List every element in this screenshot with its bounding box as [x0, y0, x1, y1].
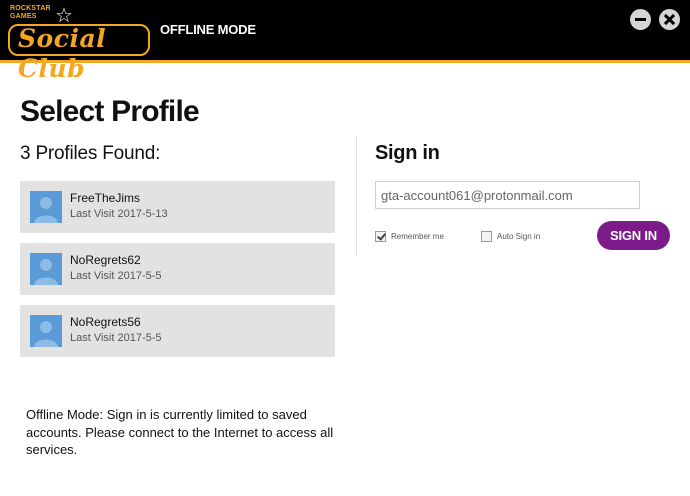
profile-last-visit: Last Visit 2017-5-5 — [70, 270, 162, 282]
profile-last-visit: Last Visit 2017-5-5 — [70, 332, 162, 344]
vertical-divider — [356, 137, 357, 255]
default-avatar-icon — [30, 191, 62, 223]
social-club-wordmark: Social Club — [18, 24, 107, 83]
title-bar: ROCKSTAR GAMES ☆ Social Club OFFLINE MOD… — [0, 0, 690, 83]
remember-me-checkbox[interactable] — [375, 230, 386, 242]
profile-name: NoRegrets62 — [70, 253, 141, 267]
sign-in-button[interactable]: SIGN IN — [597, 221, 670, 250]
default-avatar-icon — [30, 315, 62, 347]
profile-last-visit: Last Visit 2017-5-13 — [70, 208, 168, 220]
close-button[interactable] — [659, 9, 680, 30]
star-icon: ☆ — [55, 5, 73, 27]
profile-name: NoRegrets56 — [70, 315, 141, 329]
header-accent-line — [0, 60, 690, 63]
minimize-button[interactable] — [630, 9, 651, 30]
profile-card-freethejims[interactable]: FreeTheJims Last Visit 2017-5-13 — [20, 181, 335, 233]
remember-me-option[interactable]: Remember me — [375, 230, 444, 242]
rockstar-games-wordmark: ROCKSTAR GAMES — [10, 5, 51, 20]
avatar — [30, 191, 62, 223]
auto-sign-in-checkbox[interactable] — [481, 230, 492, 242]
signin-title: Sign in — [375, 142, 440, 164]
profile-name: FreeTheJims — [70, 191, 141, 205]
avatar — [30, 253, 62, 285]
remember-me-label: Remember me — [391, 231, 444, 241]
default-avatar-icon — [30, 253, 62, 285]
email-field[interactable] — [375, 181, 640, 209]
profiles-found-label: 3 Profiles Found: — [20, 143, 161, 164]
auto-sign-in-option[interactable]: Auto Sign in — [481, 230, 540, 242]
offline-mode-label: OFFLINE MODE — [160, 22, 256, 37]
page-title: Select Profile — [20, 95, 200, 128]
social-club-logo: ROCKSTAR GAMES ☆ Social Club — [8, 4, 152, 83]
offline-mode-notice: Offline Mode: Sign in is currently limit… — [26, 407, 334, 457]
profile-card-noregrets56[interactable]: NoRegrets56 Last Visit 2017-5-5 — [20, 305, 335, 357]
auto-sign-in-label: Auto Sign in — [497, 231, 541, 241]
profile-card-noregrets62[interactable]: NoRegrets62 Last Visit 2017-5-5 — [20, 243, 335, 295]
avatar — [30, 315, 62, 347]
